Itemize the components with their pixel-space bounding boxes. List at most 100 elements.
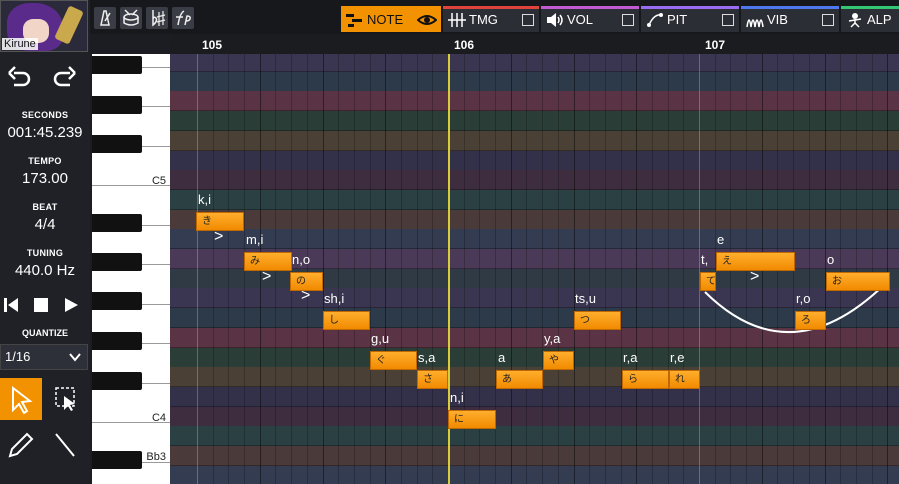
key-label-bb3: Bb3 xyxy=(146,451,166,463)
tab-note-label: NOTE xyxy=(367,12,404,27)
measure-number: 106 xyxy=(454,38,475,52)
singer-name: Kirune xyxy=(2,38,38,50)
phoneme-label: o xyxy=(827,252,835,267)
tuning-info[interactable]: TUNING 440.0 Hz xyxy=(0,248,90,279)
line-tool-button[interactable] xyxy=(44,424,86,466)
pen-tool-button[interactable] xyxy=(0,424,42,466)
key-label-c5: C5 xyxy=(151,175,166,187)
seconds-info: SECONDS 001:45.239 xyxy=(0,110,90,141)
note-block[interactable]: さ xyxy=(417,370,448,389)
tab-vibrato-checkbox[interactable] xyxy=(822,14,834,26)
cursor-icon xyxy=(12,385,33,415)
phoneme-label: a xyxy=(498,350,506,365)
tab-pitch[interactable]: PIT xyxy=(641,6,739,32)
black-key[interactable] xyxy=(92,292,142,310)
timing-icon xyxy=(448,12,466,28)
beat-label: BEAT xyxy=(32,202,58,212)
note-block[interactable]: お xyxy=(826,272,890,291)
note-block[interactable]: つ xyxy=(574,311,621,330)
left-panel: Kirune SECONDS 001:45.239 TEMPO 173.00 B… xyxy=(0,0,90,484)
note-block[interactable]: て xyxy=(700,272,716,291)
black-key[interactable] xyxy=(92,96,142,114)
measure-ruler[interactable]: 105 106 107 xyxy=(170,34,899,54)
note-block[interactable]: ぐ xyxy=(370,351,417,370)
eye-icon[interactable] xyxy=(416,12,438,35)
black-key[interactable] xyxy=(92,451,142,469)
black-key[interactable] xyxy=(92,253,142,271)
beat-value[interactable]: 4/4 xyxy=(0,216,90,233)
phoneme-label: m,i xyxy=(246,232,264,247)
tempo-info[interactable]: TEMPO 173.00 xyxy=(0,156,90,187)
tab-alpha[interactable]: ALP xyxy=(841,6,899,32)
black-key[interactable] xyxy=(92,135,142,153)
tuning-value[interactable]: 440.0 Hz xyxy=(0,262,90,279)
quantize-select[interactable]: 1/16 xyxy=(0,344,88,370)
tab-note[interactable]: NOTE xyxy=(341,6,441,32)
stop-button[interactable] xyxy=(30,296,52,318)
undo-button[interactable] xyxy=(4,64,34,94)
tab-timing-checkbox[interactable] xyxy=(522,14,534,26)
black-key[interactable] xyxy=(92,214,142,232)
seconds-value: 001:45.239 xyxy=(7,124,83,141)
note-block[interactable]: あ xyxy=(496,370,543,389)
metronome-button[interactable] xyxy=(94,7,116,29)
redo-button[interactable] xyxy=(50,64,80,94)
note-block[interactable]: や xyxy=(543,351,574,370)
tuning-label: TUNING xyxy=(26,248,64,258)
phoneme-label: r,o xyxy=(796,291,811,306)
note-block[interactable]: ら xyxy=(622,370,669,389)
editor-app: Kirune SECONDS 001:45.239 TEMPO 173.00 B… xyxy=(0,0,899,484)
undo-icon xyxy=(8,66,31,87)
dynamics-icon xyxy=(176,10,191,26)
singer-avatar[interactable]: Kirune xyxy=(0,0,88,52)
seconds-label: SECONDS xyxy=(21,110,69,120)
phoneme-label: s,a xyxy=(418,350,436,365)
phoneme-label: n,i xyxy=(450,390,464,405)
metronome-icon xyxy=(100,10,111,26)
skip-back-icon xyxy=(4,298,18,312)
tempo-value[interactable]: 173.00 xyxy=(0,170,90,187)
note-block[interactable]: き xyxy=(196,212,244,231)
speaker-icon xyxy=(546,12,564,28)
phoneme-label: e xyxy=(717,232,725,247)
transport-controls xyxy=(0,296,90,318)
accidental-button[interactable] xyxy=(146,7,168,29)
note-block[interactable]: ろ xyxy=(795,311,826,330)
phoneme-label: r,a xyxy=(623,350,638,365)
tab-pitch-checkbox[interactable] xyxy=(722,14,734,26)
quantize-value: 1/16 xyxy=(5,349,31,364)
chevron-down-icon xyxy=(69,345,81,377)
note-block[interactable]: に xyxy=(448,410,496,429)
play-button[interactable] xyxy=(60,296,82,318)
drum-button[interactable] xyxy=(120,7,142,29)
drum-icon xyxy=(123,9,139,26)
line-icon xyxy=(55,433,75,457)
tab-timing[interactable]: TMG xyxy=(443,6,539,32)
note-block[interactable]: れ xyxy=(669,370,700,389)
stop-icon xyxy=(34,298,48,312)
accidental-icon xyxy=(152,10,166,27)
note-block[interactable]: み xyxy=(244,252,292,271)
black-key[interactable] xyxy=(92,372,142,390)
phoneme-label: y,a xyxy=(544,331,561,346)
rewind-button[interactable] xyxy=(0,296,22,318)
piano-roll-grid[interactable]: k,i m,i n,o sh,i g,u s,a n,i a y,a ts,u … xyxy=(170,54,899,484)
black-key[interactable] xyxy=(92,56,142,74)
box-select-tool-button[interactable] xyxy=(44,378,86,420)
note-block[interactable]: え xyxy=(716,252,795,271)
tab-volume[interactable]: VOL xyxy=(541,6,639,32)
top-toolbar: NOTE TMG VOL PIT VIB ALP xyxy=(90,0,899,34)
cursor-tool-button[interactable] xyxy=(0,378,42,420)
piano-keyboard[interactable]: C5 C4 Bb3 xyxy=(92,54,170,484)
tab-vibrato[interactable]: VIB xyxy=(741,6,839,32)
box-select-icon xyxy=(55,387,75,411)
note-block[interactable]: の xyxy=(290,272,323,291)
measure-number: 107 xyxy=(705,38,726,52)
beat-info[interactable]: BEAT 4/4 xyxy=(0,202,90,233)
key-label-c4: C4 xyxy=(151,412,166,424)
tab-volume-checkbox[interactable] xyxy=(622,14,634,26)
note-block[interactable]: し xyxy=(323,311,370,330)
black-key[interactable] xyxy=(92,332,142,350)
tab-alpha-label: ALP xyxy=(867,12,892,27)
dynamics-button[interactable] xyxy=(172,7,194,29)
